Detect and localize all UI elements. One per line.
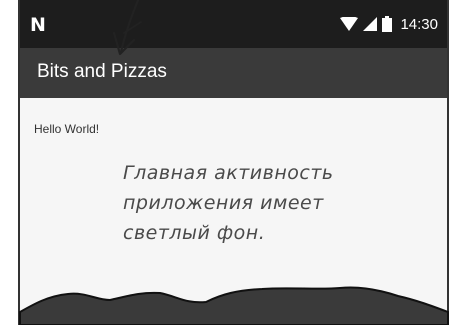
battery-icon (382, 16, 393, 32)
annotation-line-3: светлый фон. (123, 222, 266, 244)
handwritten-annotation: Главная активность приложения имеет свет… (123, 158, 423, 248)
annotation-line-2: приложения имеет (123, 192, 324, 214)
app-bar: Bits and Pizzas (20, 48, 448, 98)
status-icons: 14:30 (340, 13, 438, 35)
frame-left-line (18, 0, 20, 325)
hello-text: Hello World! (34, 122, 100, 136)
signal-icon (363, 17, 378, 31)
status-time: 14:30 (400, 15, 438, 33)
main-content: Hello World! Главная активность приложен… (20, 98, 448, 325)
app-title: Bits and Pizzas (37, 61, 167, 82)
phone-screen: N 14:30 Bits and Pizzas Hello World! Гла… (20, 0, 448, 325)
android-n-logo-icon: N (30, 14, 46, 36)
frame-right-line (447, 0, 449, 325)
wifi-icon (340, 17, 359, 31)
status-bar: N 14:30 (20, 0, 448, 48)
annotation-line-1: Главная активность (123, 162, 334, 184)
